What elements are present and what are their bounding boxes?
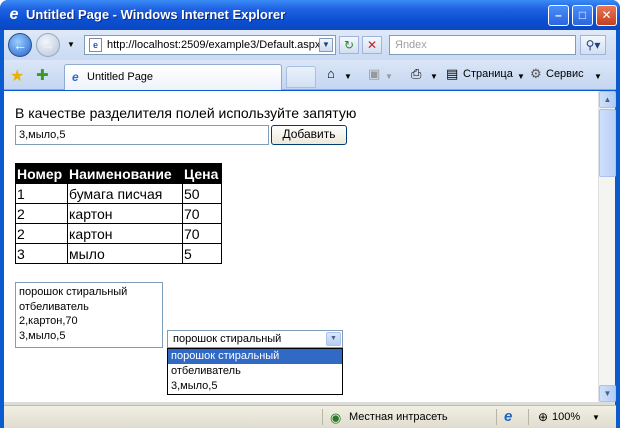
dropdown-option[interactable]: порошок стиральный: [168, 349, 342, 364]
column-header: Номер: [15, 163, 68, 184]
address-toolbar: ← → ▼ e http://localhost:2509/example3/D…: [4, 30, 616, 60]
table-row: 2 картон 70: [15, 203, 222, 224]
column-header: Цена: [182, 163, 222, 184]
table-cell: мыло: [67, 243, 183, 264]
address-input[interactable]: e http://localhost:2509/example3/Default…: [84, 35, 336, 55]
security-zone-label[interactable]: Местная интрасеть: [349, 411, 448, 423]
add-favorites-icon[interactable]: ✚: [36, 66, 49, 84]
table-cell: 1: [15, 183, 68, 204]
instruction-text: В качестве разделителя полей используйте…: [15, 105, 357, 121]
print-icon[interactable]: ⎙: [411, 66, 421, 82]
table-cell: 3: [15, 243, 68, 264]
page-menu-icon[interactable]: ▤: [446, 66, 458, 82]
search-placeholder: Яndex: [395, 39, 427, 51]
intranet-zone-icon: ◉: [330, 410, 342, 425]
status-divider: [528, 409, 529, 425]
scroll-down-button[interactable]: ▼: [599, 385, 616, 402]
maximize-button[interactable]: □: [572, 5, 593, 26]
back-button[interactable]: ←: [8, 33, 32, 57]
search-button[interactable]: ⚲▾: [580, 35, 606, 55]
add-button[interactable]: Добавить: [271, 125, 347, 145]
window-title: Untitled Page - Windows Internet Explore…: [26, 7, 286, 22]
table-row: 3 мыло 5: [15, 243, 222, 264]
search-input[interactable]: Яndex: [389, 35, 576, 55]
page-icon: e: [89, 38, 102, 52]
page-content: В качестве разделителя полей используйте…: [4, 91, 598, 402]
table-cell: 2: [15, 203, 68, 224]
ie-logo-icon: e: [9, 6, 19, 23]
recent-pages-dropdown[interactable]: ▼: [67, 40, 75, 49]
table-cell: 70: [182, 223, 222, 244]
feeds-icon[interactable]: ▣: [368, 66, 380, 82]
column-header: Наименование: [67, 163, 183, 184]
tab-untitled-page[interactable]: e Untitled Page: [64, 64, 282, 90]
table-header-row: Номер Наименование Цена: [15, 163, 222, 184]
title-bar: e Untitled Page - Windows Internet Explo…: [0, 0, 620, 30]
table-cell: 50: [182, 183, 222, 204]
table-cell: 2: [15, 223, 68, 244]
page-menu[interactable]: Страница: [463, 68, 513, 80]
zoom-icon[interactable]: ⊕: [538, 410, 548, 424]
scroll-up-button[interactable]: ▲: [599, 91, 616, 108]
address-dropdown-button[interactable]: ▼: [319, 38, 333, 52]
protected-mode-icon[interactable]: e: [504, 408, 512, 425]
favorites-star-icon[interactable]: ★: [10, 66, 24, 86]
print-dropdown-icon[interactable]: ▼: [430, 72, 438, 81]
tools-dropdown-icon[interactable]: ▼: [594, 72, 602, 81]
data-table: Номер Наименование Цена 1 бумага писчая …: [15, 163, 222, 264]
close-window-button[interactable]: ✕: [596, 5, 617, 26]
url-text: http://localhost:2509/example3/Default.a…: [107, 39, 321, 51]
table-cell: бумага писчая: [67, 183, 183, 204]
refresh-button[interactable]: ↻: [339, 36, 359, 54]
zoom-dropdown-icon[interactable]: ▼: [592, 413, 600, 422]
list-item[interactable]: 2,картон,70: [19, 314, 159, 329]
feeds-dropdown-icon[interactable]: ▼: [385, 72, 393, 81]
chevron-down-icon[interactable]: ▼: [326, 332, 341, 346]
list-item[interactable]: порошок стиральный: [19, 285, 159, 300]
list-item[interactable]: отбеливатель: [19, 300, 159, 315]
table-cell: 5: [182, 243, 222, 264]
forward-button[interactable]: →: [36, 33, 60, 57]
zoom-level[interactable]: 100%: [552, 411, 580, 423]
tab-label: Untitled Page: [87, 71, 154, 83]
minimize-button[interactable]: –: [548, 5, 569, 26]
table-cell: 70: [182, 203, 222, 224]
scrollbar-thumb[interactable]: [599, 109, 616, 177]
new-tab-button[interactable]: [286, 66, 316, 88]
vertical-scrollbar[interactable]: ▲ ▼: [598, 91, 616, 402]
record-input[interactable]: 3,мыло,5: [15, 125, 269, 145]
items-combobox[interactable]: порошок стиральный ▼: [167, 330, 343, 348]
table-row: 1 бумага писчая 50: [15, 183, 222, 204]
table-row: 2 картон 70: [15, 223, 222, 244]
items-listbox[interactable]: порошок стиральный отбеливатель 2,картон…: [15, 282, 163, 348]
status-divider: [496, 409, 497, 425]
status-bar: ◉ Местная интрасеть e ⊕ 100% ▼: [4, 405, 616, 428]
stop-button[interactable]: ✕: [362, 36, 382, 54]
page-icon: e: [72, 70, 79, 84]
page-menu-dropdown-icon[interactable]: ▼: [517, 72, 525, 81]
home-icon[interactable]: ⌂: [327, 66, 335, 81]
tab-command-bar: ★ ✚ e Untitled Page ⌂ ▼ ▣ ▼ ⎙ ▼ ▤ Страни…: [4, 60, 616, 90]
dropdown-option[interactable]: отбеливатель: [168, 364, 342, 379]
home-dropdown-icon[interactable]: ▼: [344, 72, 352, 81]
combo-dropdown-list[interactable]: порошок стиральный отбеливатель 3,мыло,5: [167, 348, 343, 395]
dropdown-option[interactable]: 3,мыло,5: [168, 379, 342, 394]
combo-selected-value: порошок стиральный: [173, 333, 282, 345]
tools-menu[interactable]: Сервис: [546, 68, 584, 80]
list-item[interactable]: 3,мыло,5: [19, 329, 159, 344]
status-divider: [322, 409, 323, 425]
gear-icon[interactable]: ⚙: [530, 66, 542, 82]
table-cell: картон: [67, 203, 183, 224]
table-cell: картон: [67, 223, 183, 244]
